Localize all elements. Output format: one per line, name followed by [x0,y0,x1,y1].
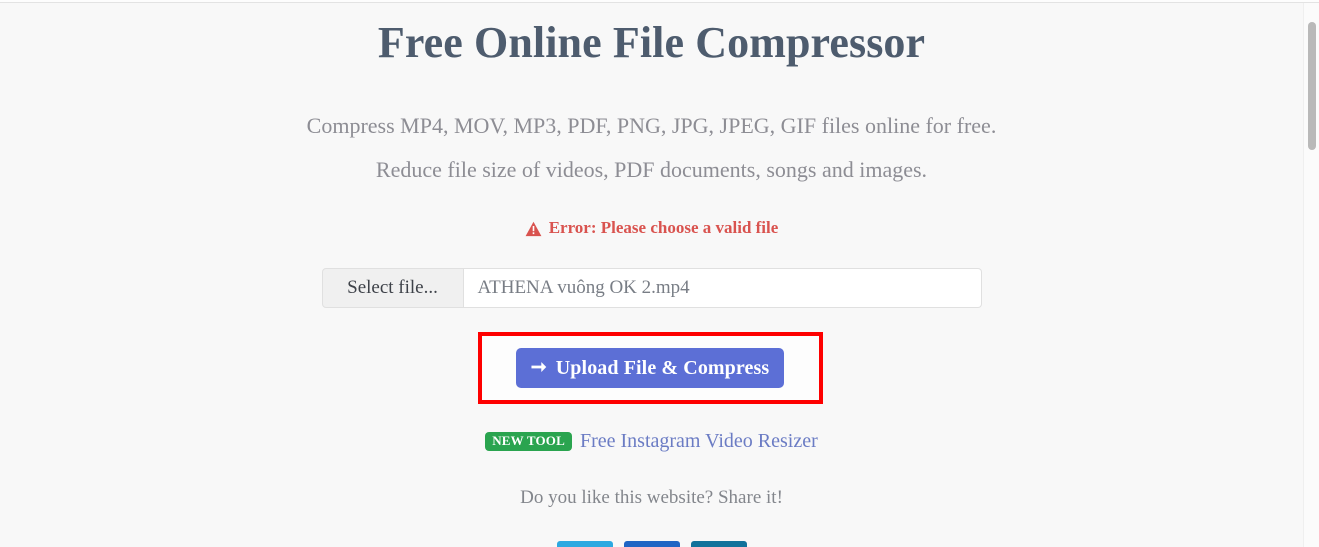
arrow-right-icon: ➞ [530,356,547,378]
share-twitter-button[interactable] [556,541,613,547]
subtitle-line-2: Reduce file size of videos, PDF document… [375,157,928,182]
select-file-button[interactable]: Select file... [321,268,464,308]
share-prompt-text: Do you like this website? Share it! [520,487,783,508]
new-tool-badge: NEW TOOL [485,432,572,451]
error-message-text: Error: Please choose a valid file [548,218,779,237]
upload-button-label: Upload File & Compress [555,356,770,379]
browser-viewport: Free Online File Compressor Compress MP4… [0,3,1303,547]
subtitle-line-1: Compress MP4, MOV, MP3, PDF, PNG, JPG, J… [306,113,997,138]
upload-file-compress-button[interactable]: ➞ Upload File & Compress [516,348,784,388]
share-linkedin-button[interactable] [690,541,747,547]
share-buttons-row [0,541,1303,547]
instagram-video-resizer-link[interactable]: Free Instagram Video Resizer [580,430,818,453]
error-message: Error: Please choose a valid file [0,192,1303,239]
share-facebook-button[interactable] [623,541,680,547]
page-content: Free Online File Compressor Compress MP4… [0,3,1303,308]
warning-triangle-icon [525,221,542,237]
selected-file-name[interactable]: ATHENA vuông OK 2.mp4 [463,268,982,308]
vertical-scrollbar[interactable] [1303,3,1319,547]
file-input-row[interactable]: Select file... ATHENA vuông OK 2.mp4 [321,268,982,308]
upload-button-wrapper: ➞ Upload File & Compress [516,348,784,388]
page-title: Free Online File Compressor [377,18,926,67]
vertical-scrollbar-thumb[interactable] [1308,22,1316,150]
new-tool-promo: NEW TOOL Free Instagram Video Resizer [0,430,1303,453]
